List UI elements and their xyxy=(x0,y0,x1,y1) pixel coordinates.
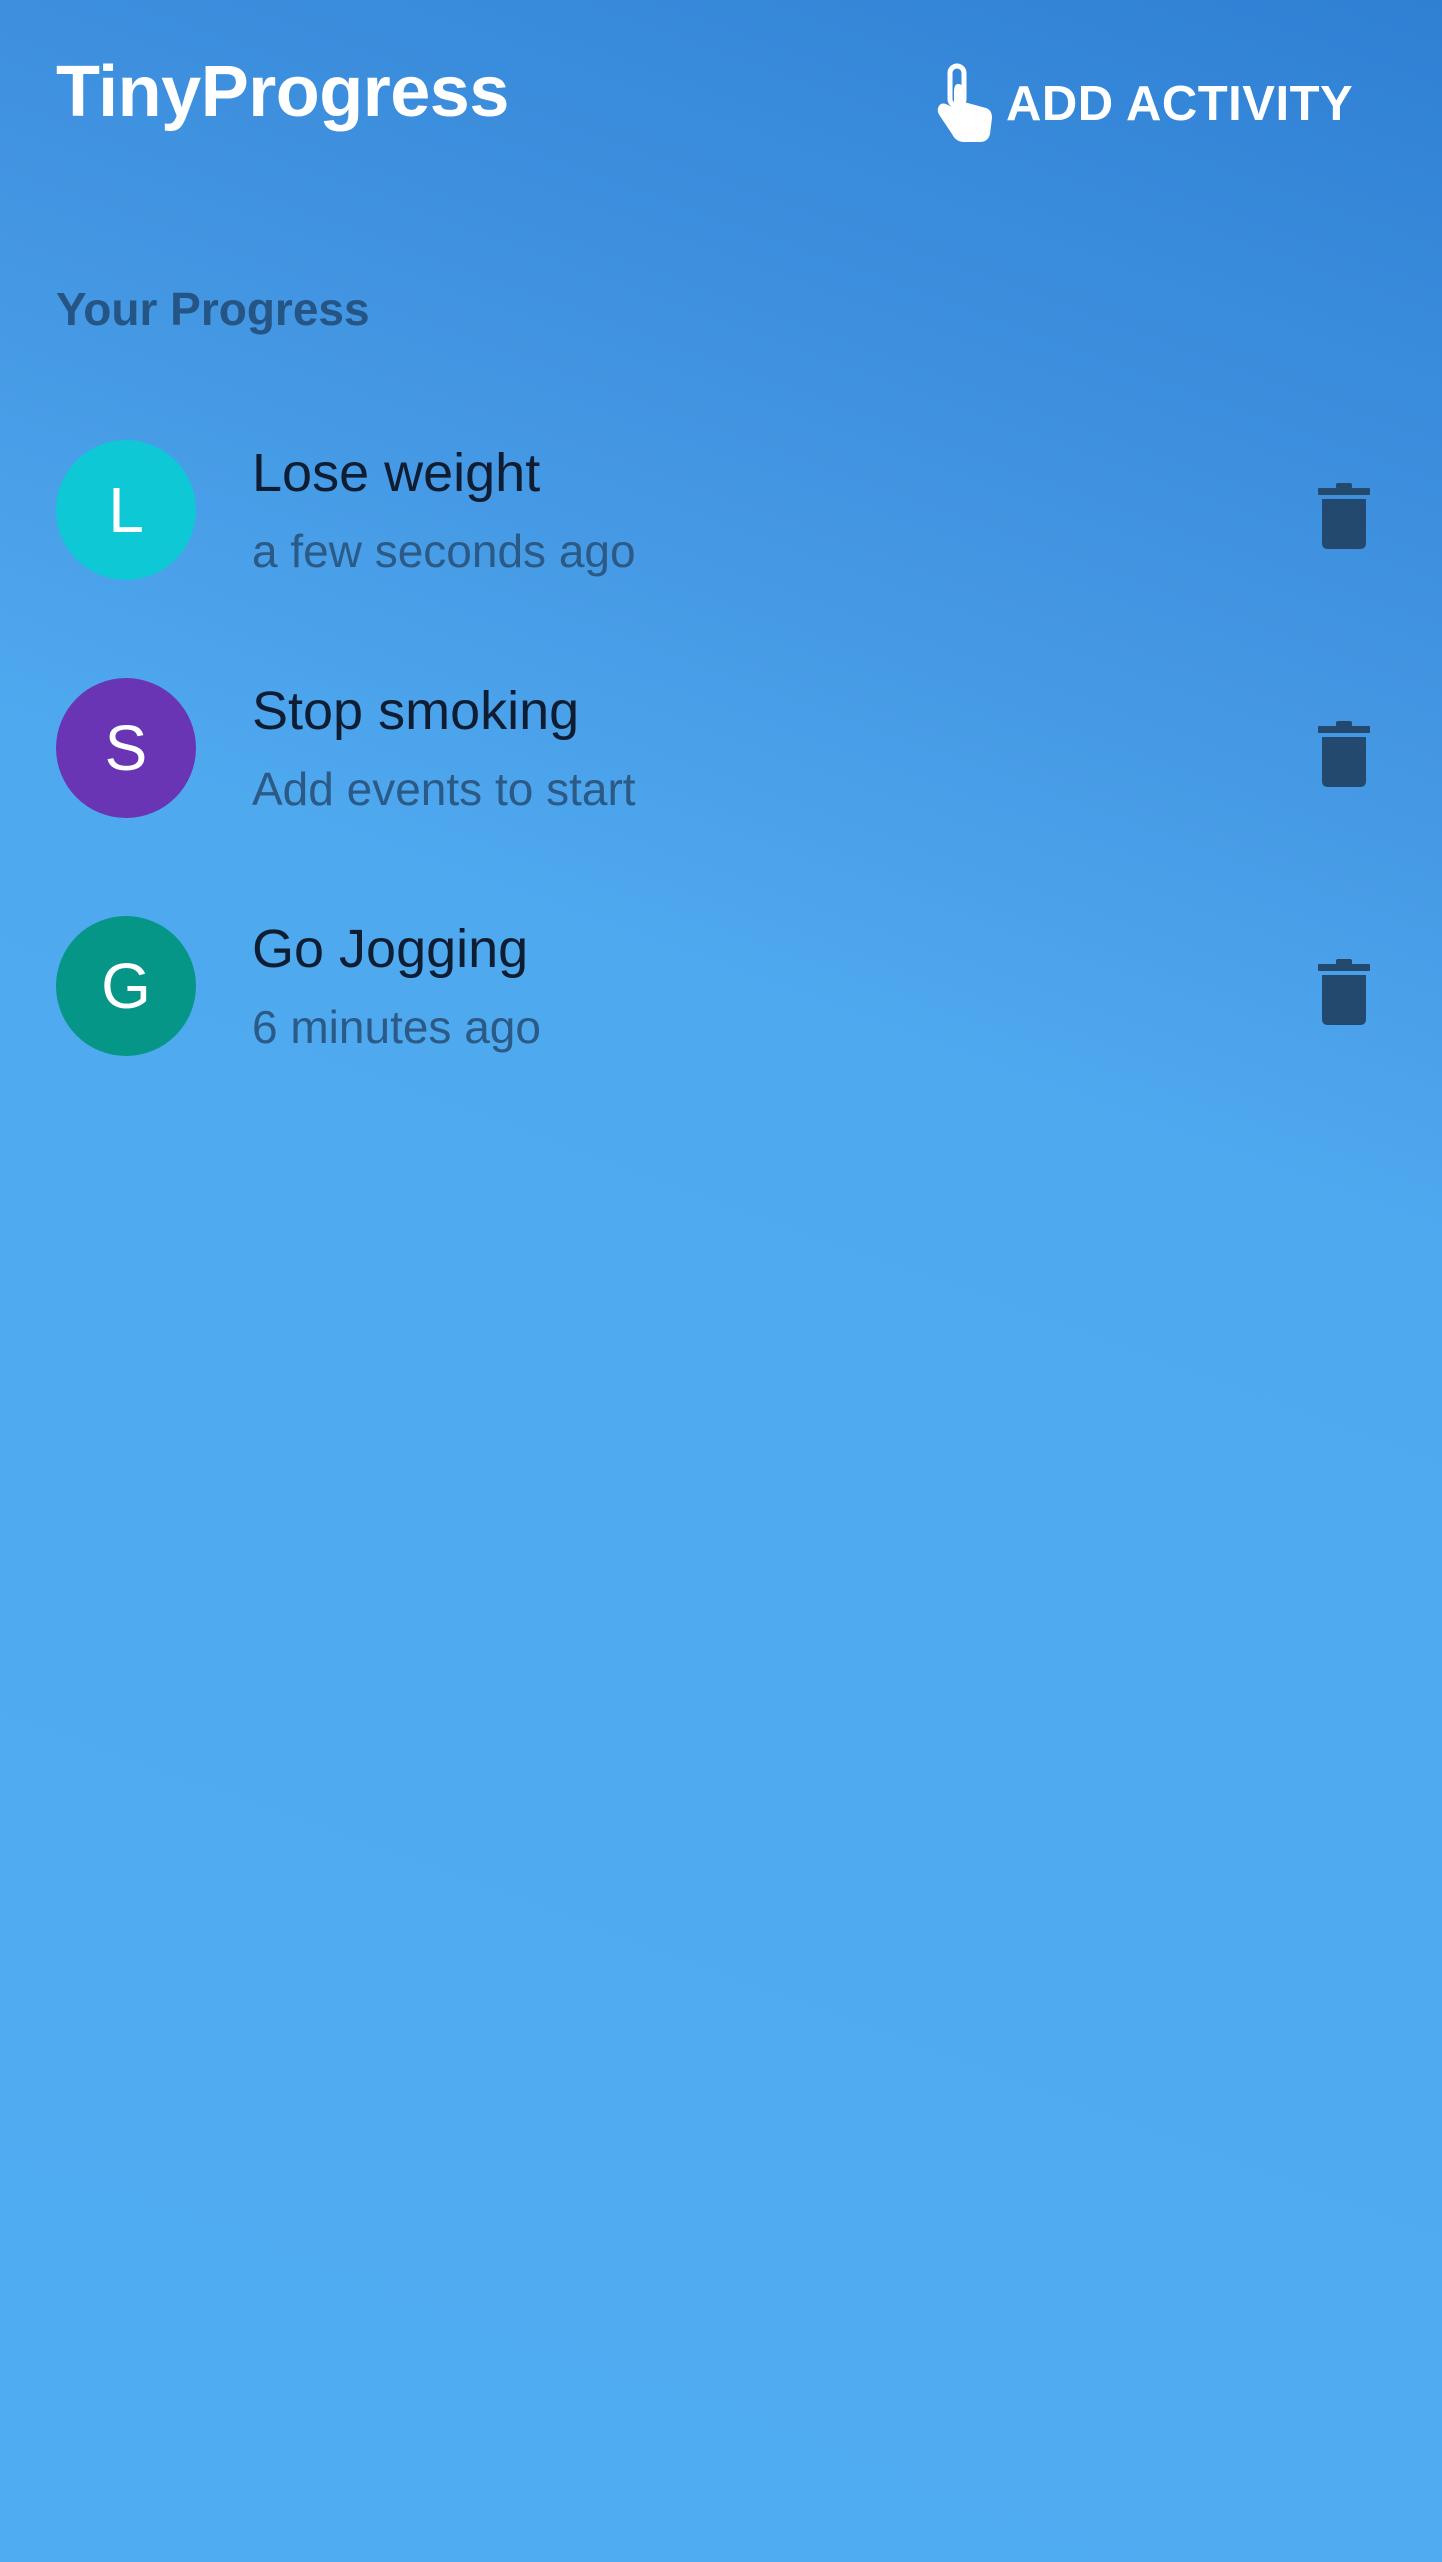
app-title: TinyProgress xyxy=(56,52,509,132)
avatar: G xyxy=(56,916,196,1056)
activity-name: Stop smoking xyxy=(252,681,580,741)
delete-button[interactable] xyxy=(1300,472,1388,560)
activity-name: Lose weight xyxy=(252,443,541,503)
add-activity-label: ADD ACTIVITY xyxy=(1006,77,1354,131)
list-item[interactable]: G Go Jogging 6 minutes ago xyxy=(0,876,1442,1114)
activity-subtitle: Add events to start xyxy=(252,763,636,815)
activity-subtitle: 6 minutes ago xyxy=(252,1001,541,1053)
activity-subtitle: a few seconds ago xyxy=(252,525,636,577)
trash-icon xyxy=(1318,721,1370,787)
list-item[interactable]: S Stop smoking Add events to start xyxy=(0,638,1442,876)
trash-icon xyxy=(1318,959,1370,1025)
add-activity-button[interactable]: ADD ACTIVITY xyxy=(934,56,1353,152)
avatar: S xyxy=(56,678,196,818)
trash-icon xyxy=(1318,483,1370,549)
list-item[interactable]: L Lose weight a few seconds ago xyxy=(0,400,1442,638)
section-title: Your Progress xyxy=(56,283,370,335)
touch-hand-icon xyxy=(937,63,992,142)
avatar: L xyxy=(56,440,196,580)
activity-name: Go Jogging xyxy=(252,919,529,979)
delete-button[interactable] xyxy=(1300,710,1388,798)
activity-list: L Lose weight a few seconds ago S Stop s… xyxy=(0,400,1442,1114)
delete-button[interactable] xyxy=(1300,948,1388,1036)
app-bar: TinyProgress ADD ACTIVITY xyxy=(0,0,1442,200)
